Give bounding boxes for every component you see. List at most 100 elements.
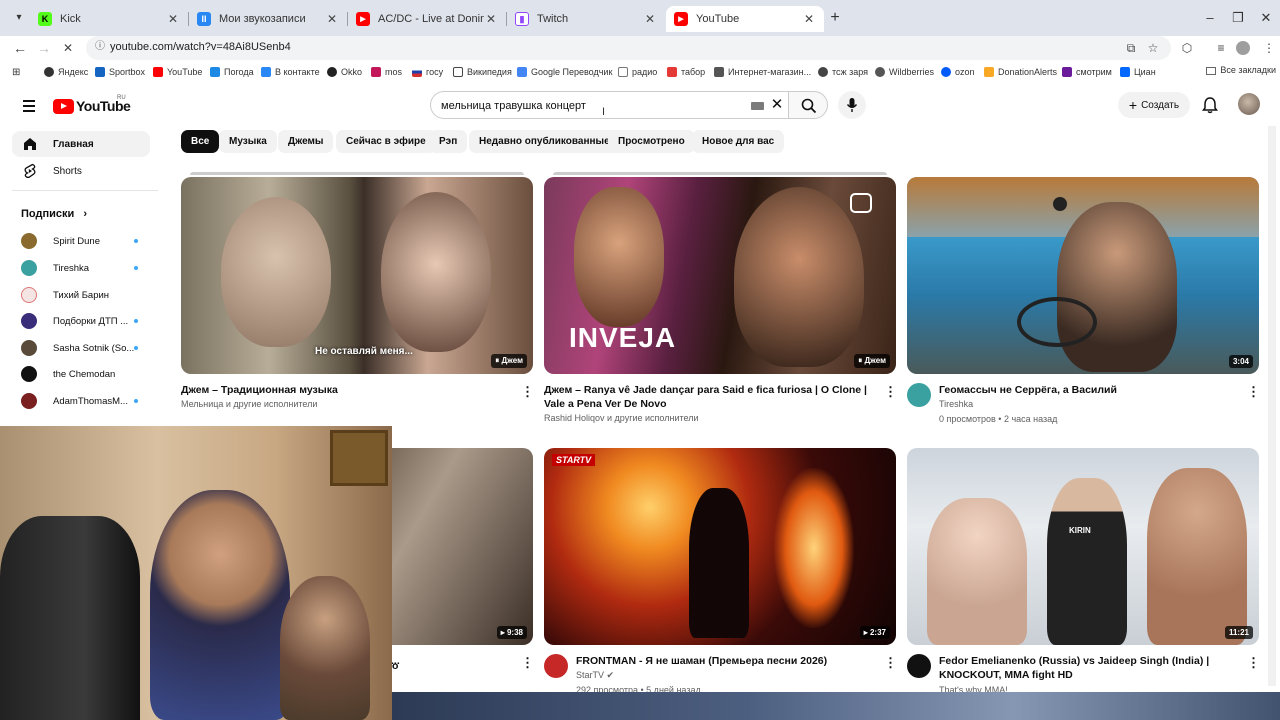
bookmark-google-translate[interactable]: Google Переводчик xyxy=(517,65,612,79)
bookmark-youtube[interactable]: YouTube xyxy=(153,65,202,79)
video-channel[interactable]: Мельница и другие исполнители xyxy=(181,399,317,409)
tab-close-icon[interactable]: ✕ xyxy=(484,12,498,26)
bookmark-weather[interactable]: Погода xyxy=(210,65,254,79)
profile-icon[interactable] xyxy=(1236,41,1250,55)
back-icon[interactable]: ← xyxy=(10,38,30,58)
bookmark-donationalerts[interactable]: DonationAlerts xyxy=(984,65,1057,79)
bookmark-gosu[interactable]: госу xyxy=(412,65,443,79)
minimize-icon[interactable]: – xyxy=(1200,9,1220,27)
bookmark-radio-folder[interactable]: радио xyxy=(618,65,657,79)
more-actions-icon[interactable]: ⋮ xyxy=(1247,384,1260,400)
video-title[interactable]: Джем – Традиционная музыка xyxy=(181,383,501,397)
bookmark-sportbox[interactable]: Sportbox xyxy=(95,65,145,79)
bookmark-star-icon[interactable]: ☆ xyxy=(1144,39,1162,57)
video-card[interactable]: STARTV ▸ 2:37 FRONTMAN - Я не шаман (Пре… xyxy=(544,448,897,695)
subscription-spirit-dune[interactable]: Spirit Dune xyxy=(12,229,150,253)
bookmark-wildberries[interactable]: Wildberries xyxy=(875,65,934,79)
channel-avatar[interactable] xyxy=(907,654,931,678)
tab-search-chevron-icon[interactable]: ▾ xyxy=(8,8,30,28)
chip-recently-uploaded[interactable]: Недавно опубликованные xyxy=(469,130,620,153)
video-channel[interactable]: Rashid Holiqov и другие исполнители xyxy=(544,413,699,423)
bookmark-smotrim[interactable]: смотрим xyxy=(1062,65,1112,79)
address-bar[interactable]: ⓘ youtube.com/watch?v=48Ai8USenb4 ⧉ ☆ xyxy=(86,36,1171,60)
new-tab-button[interactable]: + xyxy=(826,9,844,27)
subscription-sasha-sotnik[interactable]: Sasha Sotnik (So... xyxy=(12,336,150,360)
video-channel[interactable]: StarTV ✔ xyxy=(576,670,614,681)
subscription-podborki-dtp[interactable]: Подборки ДТП ... xyxy=(12,309,150,333)
subscription-the-chemodan[interactable]: the Chemodan xyxy=(12,362,150,386)
chip-live[interactable]: Сейчас в эфире xyxy=(336,130,436,153)
subscription-adamthomas[interactable]: AdamThomasM... xyxy=(12,389,150,413)
channel-avatar[interactable] xyxy=(544,654,568,678)
forward-icon[interactable]: → xyxy=(34,38,54,58)
more-actions-icon[interactable]: ⋮ xyxy=(884,384,897,400)
more-actions-icon[interactable]: ⋮ xyxy=(884,655,897,671)
browser-menu-icon[interactable]: ⋮ xyxy=(1260,39,1278,57)
bookmark-ozon[interactable]: ozon xyxy=(941,65,975,79)
tab-acdc[interactable]: ▶ AC/DC - Live at Donington 199 ✕ xyxy=(348,6,506,32)
tab-close-icon[interactable]: ✕ xyxy=(166,12,180,26)
search-button[interactable] xyxy=(788,91,828,119)
more-actions-icon[interactable]: ⋮ xyxy=(521,384,534,400)
tab-close-icon[interactable]: ✕ xyxy=(802,12,816,26)
all-bookmarks-folder[interactable]: Все закладки xyxy=(1206,65,1276,75)
video-thumbnail[interactable]: STARTV ▸ 2:37 xyxy=(544,448,896,645)
bookmark-tszh[interactable]: тсж заря xyxy=(818,65,868,79)
video-thumbnail[interactable]: INVEJA ⏸ Джем xyxy=(544,177,896,374)
chip-watched[interactable]: Просмотрено xyxy=(608,130,695,153)
video-card[interactable]: KIRIN 11:21 Fedor Emelianenko (Russia) v… xyxy=(907,448,1260,695)
video-card[interactable]: 3:04 Геомассыч не Серрёга, а Василий Tir… xyxy=(907,177,1260,429)
video-title[interactable]: Геомассыч не Серрёга, а Василий xyxy=(939,383,1239,397)
bookmark-wikipedia[interactable]: Википедия xyxy=(453,65,512,79)
bookmark-tabor[interactable]: табор xyxy=(667,65,705,79)
apps-grid-icon[interactable]: ⊞ xyxy=(12,65,20,79)
video-channel[interactable]: Tireshka xyxy=(939,399,973,409)
more-actions-icon[interactable]: ⋮ xyxy=(1247,655,1260,671)
channel-avatar[interactable] xyxy=(907,383,931,407)
tab-close-icon[interactable]: ✕ xyxy=(643,12,657,26)
chip-all[interactable]: Все xyxy=(181,130,220,153)
more-actions-icon[interactable]: ⋮ xyxy=(521,655,534,671)
bookmark-cian[interactable]: Циан xyxy=(1120,65,1156,79)
close-window-icon[interactable]: ✕ xyxy=(1256,9,1276,27)
video-title[interactable]: FRONTMAN - Я не шаман (Премьера песни 20… xyxy=(576,654,876,668)
extensions-icon[interactable]: ⬡ xyxy=(1178,39,1196,57)
video-card[interactable]: INVEJA ⏸ Джем Джем – Ranya vê Jade dança… xyxy=(544,177,897,427)
stop-loading-icon[interactable]: ✕ xyxy=(58,38,78,58)
account-avatar[interactable] xyxy=(1238,93,1260,115)
video-card[interactable]: Не оставляй меня... ⏸ Джем Джем – Традиц… xyxy=(181,177,534,417)
tab-close-icon[interactable]: ✕ xyxy=(325,12,339,26)
tab-vk-audio[interactable]: II Мои звукозаписи ✕ xyxy=(189,6,347,32)
subscription-tikhiy-barin[interactable]: Тихий Барин xyxy=(12,283,150,307)
video-thumbnail[interactable]: 3:04 xyxy=(907,177,1259,374)
menu-hamburger-icon[interactable] xyxy=(20,96,40,116)
video-title[interactable]: Fedor Emelianenko (Russia) vs Jaideep Si… xyxy=(939,654,1239,682)
tab-kick[interactable]: K Kick ✕ xyxy=(30,6,188,32)
search-input[interactable]: мельница травушка концерт ✕ xyxy=(430,91,788,119)
notifications-bell-icon[interactable] xyxy=(1200,95,1220,115)
video-thumbnail[interactable]: KIRIN 11:21 xyxy=(907,448,1259,645)
video-title[interactable]: Джем – Ranya vê Jade dançar para Said e … xyxy=(544,383,880,411)
bookmark-shop[interactable]: Интернет-магазин... xyxy=(714,65,811,79)
media-controls-icon[interactable]: ≡ xyxy=(1212,39,1230,57)
sidebar-item-home[interactable]: Главная xyxy=(12,131,150,157)
site-info-icon[interactable]: ⓘ xyxy=(94,41,106,53)
bookmark-yandex[interactable]: Яндекс xyxy=(44,65,88,79)
create-button[interactable]: + Создать xyxy=(1118,92,1190,118)
chip-jams[interactable]: Джемы xyxy=(278,130,334,153)
chip-rap[interactable]: Рэп xyxy=(429,130,468,153)
subscriptions-heading[interactable]: Подписки › xyxy=(21,208,87,220)
clear-search-icon[interactable]: ✕ xyxy=(769,97,785,113)
restore-icon[interactable]: ❐ xyxy=(1228,9,1248,27)
chip-music[interactable]: Музыка xyxy=(219,130,277,153)
bookmark-vk[interactable]: В контакте xyxy=(261,65,320,79)
subscription-tireshka[interactable]: Tireshka xyxy=(12,256,150,280)
tab-twitch[interactable]: ▮ Twitch ✕ xyxy=(507,6,665,32)
bookmark-okko[interactable]: Okko xyxy=(327,65,362,79)
page-scrollbar[interactable] xyxy=(1268,126,1276,686)
bookmark-mos[interactable]: mos xyxy=(371,65,402,79)
keyboard-icon[interactable] xyxy=(751,102,764,110)
voice-search-button[interactable] xyxy=(838,91,866,119)
install-app-icon[interactable]: ⧉ xyxy=(1122,39,1140,57)
tab-youtube-active[interactable]: ▶ YouTube ✕ xyxy=(666,6,824,32)
